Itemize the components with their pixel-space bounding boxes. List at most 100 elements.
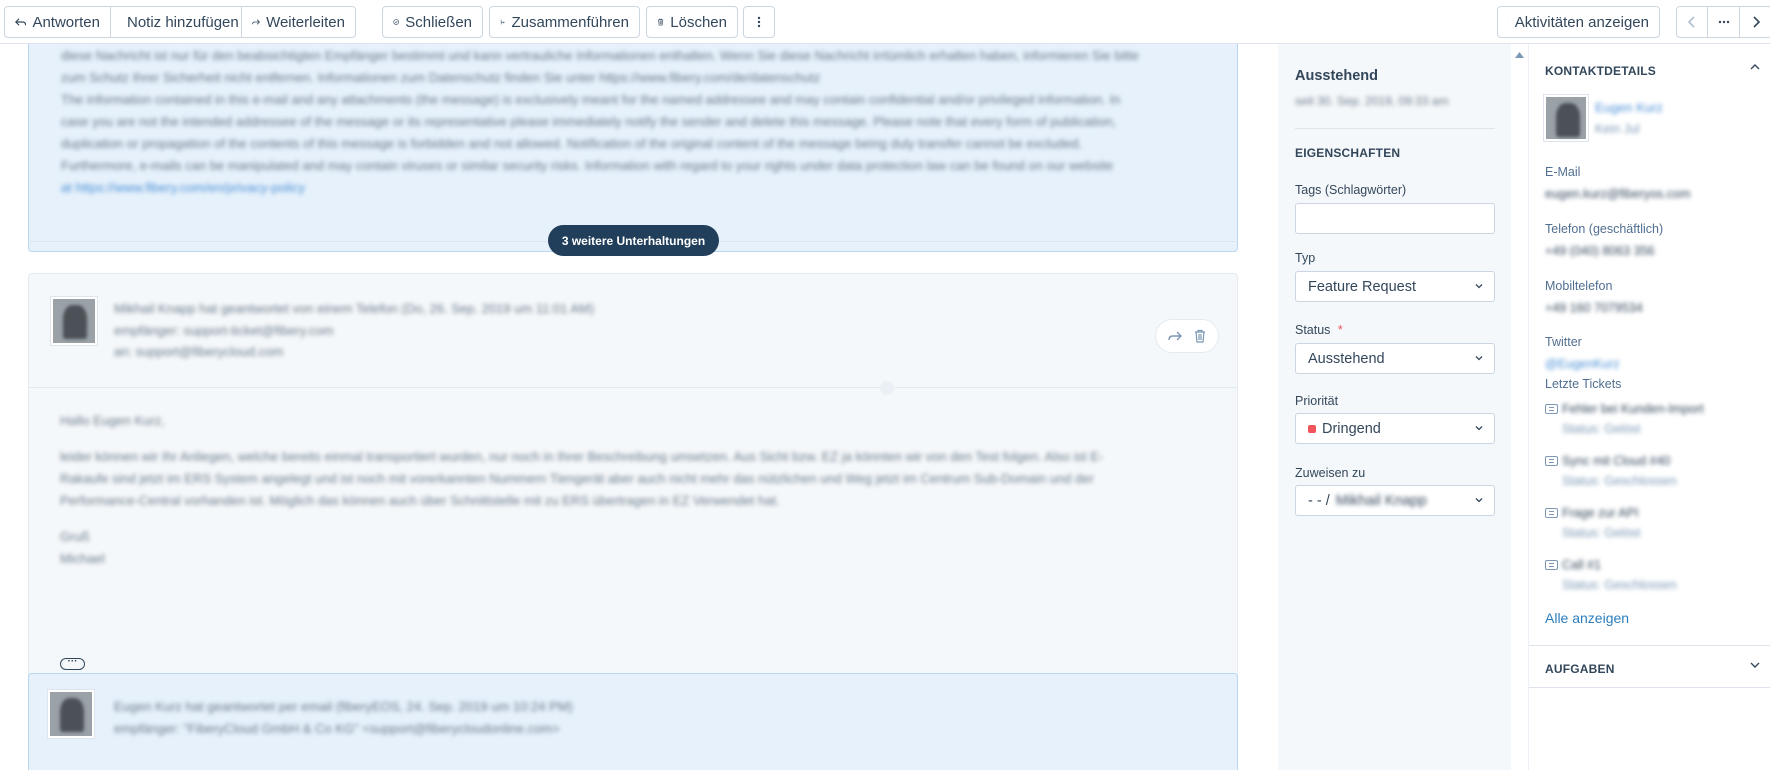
chevron-up-icon[interactable] (1750, 63, 1760, 71)
tags-input[interactable] (1295, 203, 1495, 234)
avatar (48, 690, 94, 738)
message-divider (29, 387, 1237, 388)
chevron-down-icon (1475, 284, 1483, 289)
chevron-down-icon (1475, 498, 1483, 503)
email-body-line: zum Schutz Ihrer Sicherheit nicht entfer… (61, 67, 1207, 89)
horizontal-dots-icon (1718, 20, 1729, 24)
ticket-status: Status: Gelöst (1562, 422, 1641, 436)
chevron-right-icon (1752, 16, 1760, 28)
merge-label: Zusammenführen (511, 13, 629, 31)
show-all-link[interactable]: Alle anzeigen (1545, 610, 1629, 626)
email-body-text: zum Schutz Ihrer Sicherheit nicht entfer… (61, 70, 821, 85)
status-label-wrap: Status * (1295, 323, 1343, 337)
forward-icon (252, 19, 261, 25)
divider (1295, 128, 1495, 129)
properties-section-title: EIGENSCHAFTEN (1295, 146, 1401, 160)
add-note-button[interactable]: Notiz hinzufügen (111, 6, 242, 38)
email-body-line: duplication or propagation of the conten… (61, 136, 1083, 151)
chevron-down-icon[interactable] (1750, 661, 1760, 669)
previous-ticket-button[interactable] (1676, 6, 1708, 38)
ticket-status: Status: Geschlossen (1562, 578, 1677, 592)
assign-value: Mikhail Knapp (1335, 492, 1427, 509)
chevron-down-icon (1475, 356, 1483, 361)
email-message-card: diese Nachricht ist nur für den beabsich… (28, 44, 1238, 252)
message-to: an: support@fiberycloud.com (114, 344, 284, 359)
email-body-link[interactable]: at https://www.fibery.com/en/privacy-pol… (61, 177, 1207, 199)
message-header: Eugen Kurz hat geantwortet per email (fi… (114, 696, 1014, 740)
ticket-icon (1545, 560, 1558, 570)
next-ticket-button[interactable] (1740, 6, 1770, 38)
delete-button[interactable]: Löschen (646, 6, 738, 38)
reply-button-group: Antworten Notiz hinzufügen Weiterleiten (4, 6, 356, 38)
email-body-line: case you are not the intended addressee … (61, 114, 1117, 129)
email-message-card: Eugen Kurz hat geantwortet per email (fi… (28, 673, 1238, 770)
type-select[interactable]: Feature Request (1295, 271, 1495, 302)
message-body-line: leider können wir Ihr Anliegen, welche b… (60, 449, 1104, 464)
priority-label: Priorität (1295, 394, 1339, 408)
trash-icon[interactable] (1192, 328, 1208, 344)
reply-button[interactable]: Antworten (4, 6, 111, 38)
ticket-icon (1545, 508, 1558, 518)
phone-label: Telefon (geschäftlich) (1545, 222, 1664, 236)
more-conversations-button[interactable]: 3 weitere Unterhaltungen (548, 225, 719, 256)
tags-label: Tags (Schlagwörter) (1295, 183, 1407, 197)
status-since: seit 30. Sep. 2019, 09:33 am (1295, 94, 1449, 108)
twitter-value[interactable]: @EugenKurz (1545, 357, 1620, 371)
status-select[interactable]: Ausstehend (1295, 343, 1495, 374)
email-label: E-Mail (1545, 165, 1581, 179)
assign-select[interactable]: - - / Mikhail Knapp (1295, 485, 1495, 516)
message-body-line: Michael (60, 551, 105, 566)
contact-name[interactable]: Eugen Kurz (1595, 100, 1663, 115)
forward-label: Weiterleiten (266, 13, 345, 31)
ticket-title[interactable]: Call #1 (1562, 558, 1601, 572)
message-header: Mikhail Knapp hat geantwortet von einem … (114, 298, 1014, 362)
add-note-label: Notiz hinzufügen (127, 13, 239, 31)
scroll-up-icon[interactable] (1515, 52, 1524, 58)
assign-label: Zuweisen zu (1295, 466, 1366, 480)
ticket-title[interactable]: Frage zur API (1562, 506, 1638, 520)
forward-icon[interactable] (1167, 328, 1183, 344)
message-recipient: empfänger: support-ticket@fibery.com (114, 323, 334, 338)
close-ticket-button[interactable]: Schließen (382, 6, 483, 38)
priority-select[interactable]: Dringend (1295, 413, 1495, 444)
history-icon (1508, 21, 1509, 23)
conversation-thread: diese Nachricht ist nur für den beabsich… (0, 44, 1262, 770)
ticket-title[interactable]: Fehler bei Kunden-Import (1562, 402, 1704, 416)
email-message-card: Mikhail Knapp hat geantwortet von einem … (28, 273, 1238, 700)
mobile-label: Mobiltelefon (1545, 279, 1613, 293)
ticket-icon (1545, 456, 1558, 466)
assign-prefix: - - / (1308, 492, 1330, 509)
ticket-toolbar: Antworten Notiz hinzufügen Weiterleiten … (0, 0, 1770, 44)
ticket-title[interactable]: Sync mit Cloud #40 (1562, 454, 1670, 468)
message-recipient: empfänger: "FiberyCloud GmbH & Co KG" <s… (114, 721, 560, 736)
merge-button[interactable]: Zusammenführen (489, 6, 640, 38)
mobile-value: +49 160 7079534 (1545, 301, 1643, 315)
priority-indicator (1308, 424, 1316, 433)
forward-button[interactable]: Weiterleiten (242, 6, 356, 38)
type-label: Typ (1295, 251, 1316, 265)
status-label: Status (1295, 323, 1331, 337)
vertical-dots-icon (757, 16, 761, 28)
type-value: Feature Request (1308, 278, 1417, 295)
contact-section-title: KONTAKTDETAILS (1545, 64, 1657, 78)
email-value: eugen.kurz@fiberyos.com (1545, 187, 1691, 201)
check-circle-icon (393, 19, 399, 25)
more-navigation-button[interactable] (1708, 6, 1740, 38)
more-actions-button[interactable] (743, 6, 775, 38)
email-body-line: diese Nachricht ist nur für den beabsich… (61, 48, 1139, 63)
message-body-spacer (60, 512, 1220, 526)
email-body-line: Furthermore, e-mails can be manipulated … (61, 158, 1114, 173)
sidebar-scrollbar[interactable] (1511, 44, 1528, 770)
message-body-line: Rakaufe sind jetzt im ERS System angeleg… (60, 471, 1094, 486)
show-quoted-text-button[interactable]: ··· (60, 657, 85, 670)
show-activities-button[interactable]: Aktivitäten anzeigen (1497, 6, 1660, 38)
email-body-line: The information contained in this e-mail… (61, 92, 1121, 107)
message-actions (1155, 319, 1219, 353)
recent-tickets-label: Letzte Tickets (1545, 377, 1622, 391)
drag-handle[interactable] (880, 381, 894, 395)
phone-value: +49 (040) 8063 356 (1545, 244, 1655, 258)
email-body: diese Nachricht ist nur für den beabsich… (61, 45, 1207, 199)
message-body-line: Gruß (60, 529, 90, 544)
show-activities-label: Aktivitäten anzeigen (1514, 13, 1649, 31)
chevron-left-icon (1687, 16, 1695, 28)
